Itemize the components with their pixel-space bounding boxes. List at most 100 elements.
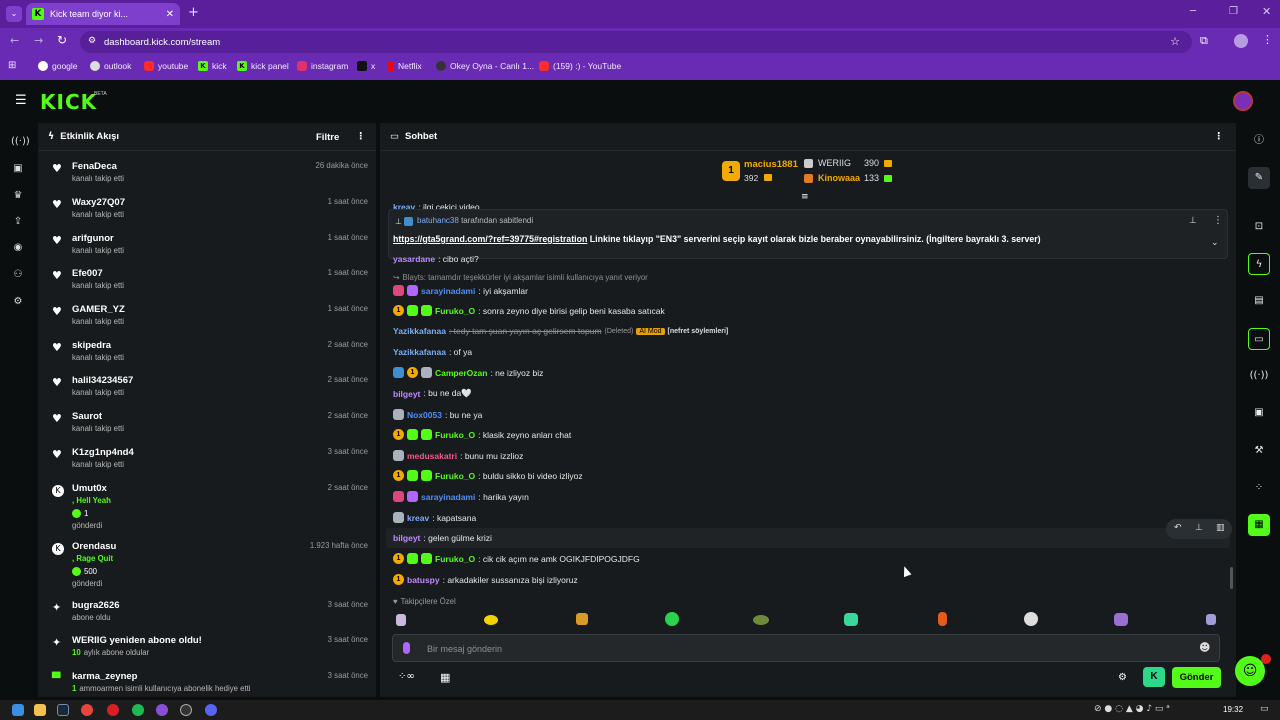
bookmark-outlook[interactable]: outlook: [90, 61, 131, 71]
chat-message[interactable]: 1 Furuko_O: sonra zeyno diye birisi gelip…: [393, 305, 665, 316]
chat-message-deleted[interactable]: Yazikkafanaa: tedy tam şuan yayın aç gel…: [393, 326, 728, 336]
url-input[interactable]: ⚙ dashboard.kick.com/stream ☆: [80, 31, 1192, 53]
minimize-icon[interactable]: ─: [1190, 6, 1196, 17]
send-button[interactable]: Gönder: [1172, 667, 1221, 688]
bookmark-kick-panel[interactable]: Kkick panel: [237, 61, 289, 71]
info-icon[interactable]: ⓘ: [1248, 130, 1270, 152]
filter-button[interactable]: Filtre: [316, 132, 339, 143]
reply-icon[interactable]: ↶: [1174, 523, 1182, 533]
chat-message[interactable]: Yazikkafanaa: of ya: [393, 347, 472, 357]
activity-item-kicks[interactable]: K Orendasu , Rage Quit 500 gönderdi 1.92…: [48, 541, 368, 593]
chat-message[interactable]: kreav: kapatsana: [393, 512, 476, 523]
chat-message[interactable]: 1 Furuko_O: klasik zeyno anları chat: [393, 429, 571, 440]
tab-close-icon[interactable]: ✕: [166, 9, 174, 20]
notifications-icon[interactable]: ▭: [1260, 704, 1269, 714]
emote-icon[interactable]: [753, 615, 769, 625]
site-info-icon[interactable]: ⚙: [88, 36, 96, 46]
microphone-icon[interactable]: [403, 642, 410, 654]
file-explorer-icon[interactable]: [34, 704, 46, 716]
drops-icon[interactable]: ⁘: [1248, 477, 1270, 499]
user-avatar[interactable]: [1233, 91, 1253, 111]
edit-icon[interactable]: ✎: [1248, 167, 1270, 189]
tools-icon[interactable]: ⚒: [1248, 440, 1270, 462]
gift-box-icon[interactable]: ▦: [440, 671, 450, 684]
chrome-icon[interactable]: [81, 704, 93, 716]
chat-message[interactable]: sarayinadami: harika yayın: [393, 491, 529, 502]
broadcast-icon[interactable]: ((·)): [1248, 365, 1270, 387]
chat-message[interactable]: 1 batuspy: arkadakiler sussanıza bişi izl…: [393, 574, 578, 585]
leaderboard-toggle-icon[interactable]: ≡: [801, 192, 809, 202]
unpin-icon[interactable]: ⊥: [1189, 216, 1197, 226]
emote-icon[interactable]: [396, 614, 406, 626]
chat-message[interactable]: 1 Furuko_O: cik cik açım ne amk OGIKJFDIP…: [393, 553, 640, 564]
chat-message[interactable]: yasardane: cibo açti?: [393, 254, 479, 264]
chat-message[interactable]: 1 CamperOzan: ne izliyoz biz: [393, 367, 543, 378]
apps-grid-icon[interactable]: ⊞: [8, 60, 16, 71]
pinned-link[interactable]: https://gta5grand.com/?ref=39775#registr…: [393, 234, 587, 244]
dashboard-icon[interactable]: ▣: [11, 162, 25, 176]
upload-icon[interactable]: ⇪: [11, 215, 25, 229]
chat-message[interactable]: bilgeyt: bu ne da🤍: [393, 388, 472, 399]
bookmark-youtube[interactable]: youtube: [144, 61, 188, 71]
chat-message[interactable]: sarayinadami: iyi akşamlar: [393, 285, 528, 296]
activity-more-icon[interactable]: ⋮: [356, 131, 366, 142]
activity-item-kicks[interactable]: K Umut0x , Hell Yeah 1 gönderdi 2 saat ö…: [48, 483, 368, 535]
users-icon[interactable]: ⚇: [11, 268, 25, 282]
emote-icon[interactable]: [484, 615, 498, 625]
settings-gear-icon[interactable]: ⚙: [11, 295, 25, 309]
chat-message[interactable]: Nox0053: bu ne ya: [393, 409, 482, 420]
reply-context[interactable]: ↪ Blayts: tamamdır teşekkürler iyi akşaml…: [393, 273, 648, 282]
broadcast-icon[interactable]: ◉: [11, 241, 25, 255]
bookmark-google[interactable]: google: [38, 61, 78, 71]
emote-icon[interactable]: [576, 613, 588, 625]
chat-icon[interactable]: ▭: [1248, 328, 1270, 350]
bookmark-kick[interactable]: Kkick: [198, 61, 227, 71]
chat-message[interactable]: 1 Furuko_O: buldu sikko bi video izliyoz: [393, 470, 583, 481]
hovered-message-row[interactable]: [386, 528, 1230, 548]
trophy-icon[interactable]: ♛: [11, 189, 25, 203]
browser-tab[interactable]: K Kick team diyor ki... ✕: [26, 3, 180, 25]
kicks-wallet-icon[interactable]: ⁘∞: [398, 671, 415, 682]
chat-message[interactable]: medusakatri: bunu mu izzlioz: [393, 450, 523, 461]
pin-message-icon[interactable]: ⊥: [1195, 523, 1203, 533]
chat-scrollbar[interactable]: [1230, 567, 1233, 589]
discord-icon[interactable]: [205, 704, 217, 716]
kick-emote-button[interactable]: K: [1143, 667, 1165, 687]
close-window-icon[interactable]: ✕: [1262, 5, 1271, 18]
screenshot-icon[interactable]: ⊡: [1248, 216, 1270, 238]
delete-icon[interactable]: ▥: [1216, 523, 1225, 533]
emote-icon[interactable]: [665, 612, 679, 626]
emote-icon[interactable]: [1024, 612, 1038, 626]
bookmark-netflix[interactable]: Netflix: [388, 61, 422, 71]
profile-avatar[interactable]: [1234, 34, 1248, 48]
notes-icon[interactable]: ▤: [1248, 290, 1270, 312]
extensions-icon[interactable]: ⧉: [1200, 34, 1208, 48]
emote-icon[interactable]: [1206, 614, 1216, 625]
pinned-message[interactable]: ⊥ batuhanc38 tarafından sabitlendi https…: [388, 209, 1228, 259]
chrome-profile-icon[interactable]: [156, 704, 168, 716]
clips-icon[interactable]: ▦: [1248, 514, 1270, 536]
browser-menu-icon[interactable]: ⋮: [1262, 33, 1273, 46]
spotify-icon[interactable]: [132, 704, 144, 716]
pinned-more-icon[interactable]: ⋮: [1213, 215, 1223, 226]
forward-icon[interactable]: →: [34, 34, 43, 47]
emote-icon[interactable]: [844, 613, 858, 626]
back-icon[interactable]: ←: [10, 34, 19, 47]
steam-icon[interactable]: [57, 704, 69, 716]
kick-logo[interactable]: KICK: [40, 90, 97, 114]
pinned-by-user[interactable]: batuhanc38: [417, 216, 459, 225]
inbox-icon[interactable]: ▣: [1248, 402, 1270, 424]
expand-chevron-icon[interactable]: ⌄: [1211, 238, 1219, 248]
emote-icon[interactable]: [938, 612, 947, 626]
bookmark-star-icon[interactable]: ☆: [1170, 35, 1180, 48]
chat-settings-icon[interactable]: ⚙: [1118, 672, 1127, 683]
new-tab-icon[interactable]: +: [188, 5, 199, 20]
emoji-icon[interactable]: ☻: [1199, 641, 1210, 654]
bookmark-instagram[interactable]: instagram: [297, 61, 348, 71]
emote-icon[interactable]: [1114, 613, 1128, 626]
stream-icon[interactable]: ((·)): [11, 135, 30, 149]
bookmark-youtube-2[interactable]: (159) :) - YouTube: [539, 61, 621, 71]
hamburger-menu-icon[interactable]: ☰: [15, 93, 27, 108]
tab-search-icon[interactable]: ⌄: [6, 6, 22, 22]
windows-start-icon[interactable]: [12, 704, 24, 716]
